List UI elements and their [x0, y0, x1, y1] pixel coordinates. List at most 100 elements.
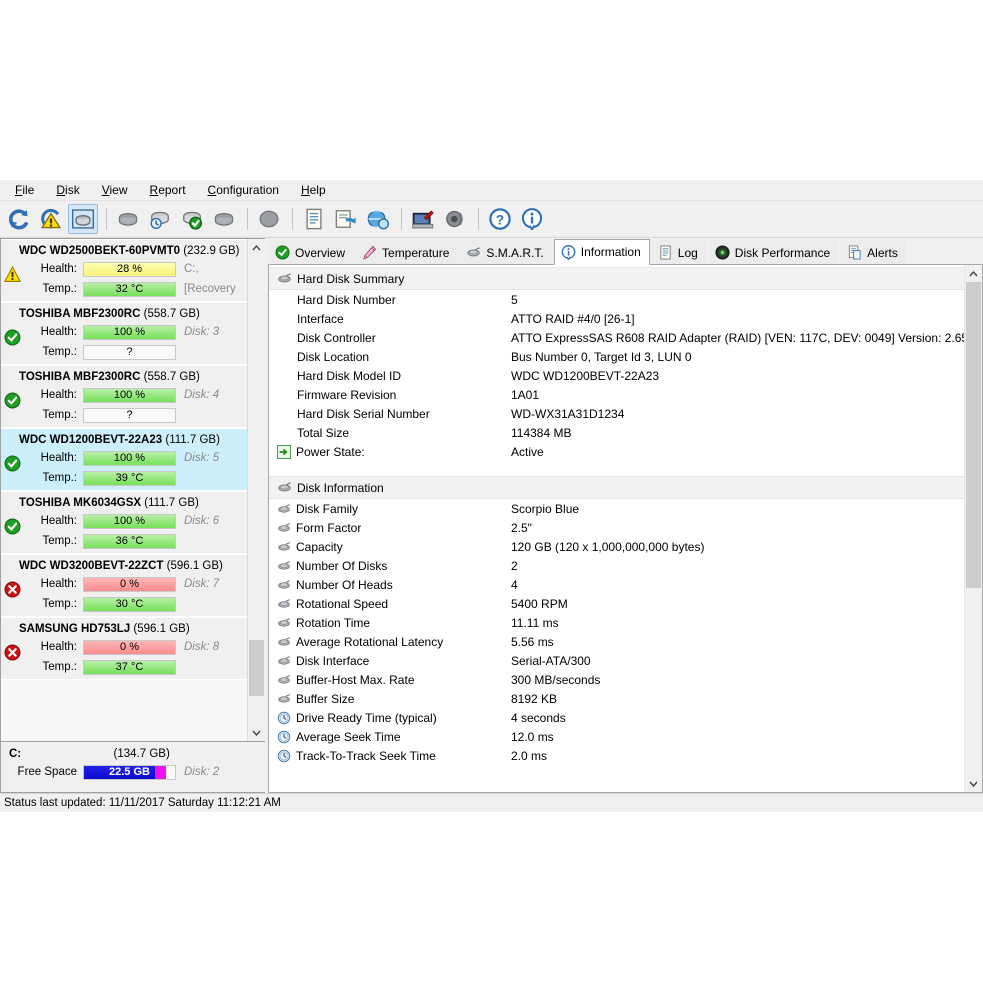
toolbar-report-button[interactable] [299, 204, 329, 234]
notebook-edit-icon [412, 208, 434, 230]
toolbar-refresh-button[interactable] [4, 204, 34, 234]
disk-sidebar: WDC WD2500BEKT-60PVMT0 (232.9 GB) Health:… [0, 238, 265, 793]
info-row: Average Rotational Latency5.56 ms [269, 632, 964, 651]
info-row: Hard Disk Model IDWDC WD1200BEVT-22A23 [269, 366, 964, 385]
info-key-label: Hard Disk Number [297, 293, 396, 307]
scroll-down-arrow-icon[interactable] [248, 724, 265, 741]
information-scrollbar[interactable] [964, 265, 982, 792]
info-value: 8192 KB [511, 692, 964, 706]
info-key: Disk Family [269, 502, 511, 516]
scroll-thumb[interactable] [249, 640, 264, 696]
disk-health-value: 28 % [117, 263, 142, 275]
tab-overview[interactable]: Overview [268, 240, 354, 264]
info-key: Number Of Heads [269, 578, 511, 592]
toolbar-network-button[interactable] [363, 204, 393, 234]
disk-platter-icon [277, 616, 291, 630]
disk-note: Disk: 6 [176, 515, 219, 527]
disk-model: SAMSUNG HD753LJ [19, 623, 130, 635]
toolbar-disk-gray-button[interactable] [113, 204, 143, 234]
green-check-icon [4, 329, 21, 346]
info-key-label: Disk Controller [297, 331, 376, 345]
menu-item-file[interactable]: File [4, 181, 45, 199]
toolbar-warning-disk-button[interactable] [36, 204, 66, 234]
disk-health-label: Health: [19, 326, 83, 338]
volume-letter: C: [9, 748, 21, 760]
info-scroll-thumb[interactable] [966, 282, 981, 588]
info-key: Capacity [269, 540, 511, 554]
scroll-track[interactable] [248, 256, 265, 724]
disk-metrics: Health:100 %Disk: 3Temp.:? [1, 322, 247, 362]
help-icon: ? [489, 208, 511, 230]
toolbar-notebook-edit-button[interactable] [408, 204, 438, 234]
info-value: 11.11 ms [511, 616, 964, 630]
info-scroll-down-arrow-icon[interactable] [965, 775, 982, 792]
tab-log[interactable]: Log [651, 240, 707, 264]
toolbar-disk-clock-button[interactable] [145, 204, 175, 234]
disk-note: [Recovery [176, 283, 236, 295]
toolbar-help-button[interactable]: ? [485, 204, 515, 234]
free-space-fill-secondary [155, 766, 166, 779]
disk-title: WDC WD2500BEKT-60PVMT0 (232.9 GB) [1, 243, 247, 259]
disk-health-value: 100 % [114, 389, 145, 401]
menu-item-disk[interactable]: Disk [45, 181, 90, 199]
hard-disk-sentinel-window: FileDiskViewReportConfigurationHelp ? WD… [0, 180, 983, 812]
disk-temp-row: Temp.:? [19, 342, 247, 362]
disk-temp-row: Temp.:37 °C [19, 657, 247, 677]
toolbar-report-export-button[interactable] [331, 204, 361, 234]
volume-panel[interactable]: C: (134.7 GB) Free Space 22.5 GB Disk: 2 [0, 742, 265, 793]
disk-list-item[interactable]: WDC WD2500BEKT-60PVMT0 (232.9 GB) Health:… [1, 239, 247, 302]
info-row: Hard Disk Serial NumberWD-WX31A31D1234 [269, 404, 964, 423]
toolbar-disk-window-button[interactable] [68, 204, 98, 234]
info-row: Firmware Revision1A01 [269, 385, 964, 404]
info-row: Disk LocationBus Number 0, Target Id 3, … [269, 347, 964, 366]
toolbar-info-button[interactable] [517, 204, 547, 234]
info-key: Buffer Size [269, 692, 511, 706]
info-key-label: Average Seek Time [296, 730, 401, 744]
disk-list-item[interactable]: TOSHIBA MBF2300RC (558.7 GB)Health:100 %… [1, 365, 247, 428]
disk-list-item[interactable]: SAMSUNG HD753LJ (596.1 GB)Health:0 %Disk… [1, 617, 247, 680]
disk-list-item[interactable]: TOSHIBA MK6034GSX (111.7 GB)Health:100 %… [1, 491, 247, 554]
menu-item-report[interactable]: Report [139, 181, 197, 199]
tab-alerts[interactable]: Alerts [840, 240, 907, 264]
disk-metrics: Health:100 %Disk: 6Temp.:36 °C [1, 511, 247, 551]
info-scroll-up-arrow-icon[interactable] [965, 265, 982, 282]
menu-item-configuration[interactable]: Configuration [197, 181, 290, 199]
tab-disk-performance[interactable]: Disk Performance [708, 240, 839, 264]
disk-health-label: Health: [19, 578, 83, 590]
disk-health-row: Health:100 %Disk: 6 [19, 511, 247, 531]
disk-title: TOSHIBA MBF2300RC (558.7 GB) [1, 306, 247, 322]
info-value: 300 MB/seconds [511, 673, 964, 687]
tab-s-m-a-r-t[interactable]: S.M.A.R.T. [459, 240, 552, 264]
info-row: Total Size114384 MB [269, 423, 964, 442]
disk-health-label: Health: [19, 263, 83, 275]
toolbar-separator [478, 208, 479, 230]
info-icon [521, 208, 543, 230]
gray-blob-icon [258, 208, 280, 230]
disk-list-item[interactable]: TOSHIBA MBF2300RC (558.7 GB) Health: 100 %… [1, 302, 247, 365]
info-key: Rotation Time [269, 616, 511, 630]
info-row: Capacity120 GB (120 x 1,000,000,000 byte… [269, 537, 964, 556]
toolbar-alarm-button[interactable] [440, 204, 470, 234]
disk-capacity: (232.9 GB) [183, 245, 239, 257]
disk-health-row: Health:28 %C:, [19, 259, 247, 279]
disk-list-scrollbar[interactable] [247, 239, 265, 741]
info-row: Disk FamilyScorpio Blue [269, 499, 964, 518]
tab-temperature[interactable]: Temperature [355, 240, 458, 264]
toolbar-gray-blob-button[interactable] [254, 204, 284, 234]
scroll-up-arrow-icon[interactable] [248, 239, 265, 256]
disk-list-item[interactable]: WDC WD3200BEVT-22ZCT (596.1 GB)Health:0 … [1, 554, 247, 617]
info-key: Average Rotational Latency [269, 635, 511, 649]
info-scroll-track[interactable] [965, 282, 982, 775]
section-gap [269, 461, 964, 474]
disk-health-value: 100 % [114, 326, 145, 338]
info-value: 5400 RPM [511, 597, 964, 611]
menu-item-view[interactable]: View [91, 181, 139, 199]
toolbar-disk-gray2-button[interactable] [209, 204, 239, 234]
disk-health-row: Health:100 %Disk: 3 [19, 322, 247, 342]
status-text: Status last updated: 11/11/2017 Saturday… [4, 797, 281, 809]
menu-item-help[interactable]: Help [290, 181, 337, 199]
tab-bar: OverviewTemperatureS.M.A.R.T.Information… [268, 238, 983, 265]
toolbar-disk-check-button[interactable] [177, 204, 207, 234]
disk-list-item[interactable]: WDC WD1200BEVT-22A23 (111.7 GB)Health:10… [1, 428, 247, 491]
tab-information[interactable]: Information [554, 239, 650, 265]
